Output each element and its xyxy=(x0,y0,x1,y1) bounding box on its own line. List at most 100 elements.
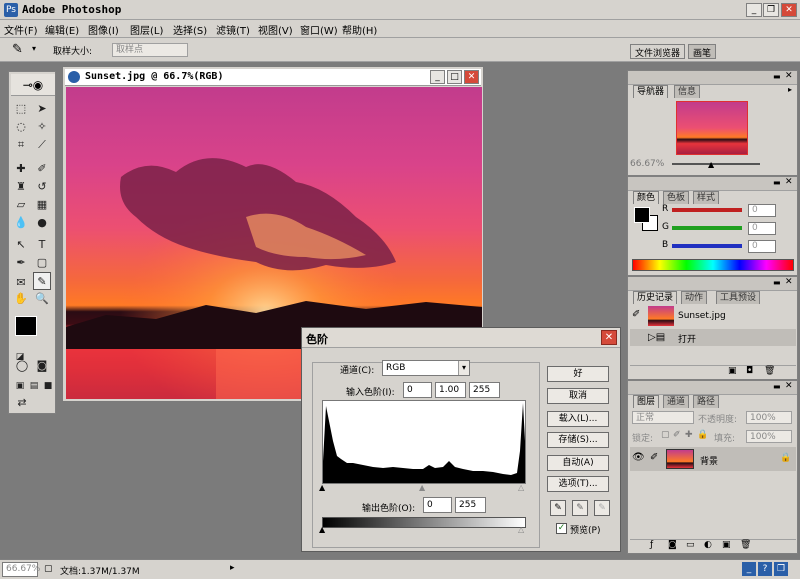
doc-maximize-icon[interactable]: □ xyxy=(447,70,462,84)
magic-wand-icon[interactable]: ✧ xyxy=(33,118,51,136)
tab-info[interactable]: 信息 xyxy=(674,85,701,98)
load-button[interactable]: 载入(L)... xyxy=(547,411,609,427)
clone-stamp-icon[interactable]: ♜ xyxy=(12,178,30,196)
tab-paths[interactable]: 路径 xyxy=(693,395,720,408)
tab-brushes[interactable]: 画笔 xyxy=(688,44,717,59)
eyedropper-tool-icon[interactable]: ✎ xyxy=(33,272,51,290)
dodge-icon[interactable]: ● xyxy=(33,214,51,232)
output-white-slider-icon[interactable]: △ xyxy=(518,525,524,534)
restore-icon[interactable]: ❐ xyxy=(774,562,788,576)
panel-minimize-icon[interactable]: ▬ xyxy=(773,382,781,391)
panel-close-icon[interactable]: ✕ xyxy=(785,71,793,81)
channel-select[interactable]: RGB xyxy=(382,360,470,376)
lasso-icon[interactable]: ◌ xyxy=(12,118,30,136)
black-eyedropper-icon[interactable]: ✎ xyxy=(550,500,566,516)
minimize-icon[interactable]: _ xyxy=(746,3,762,17)
history-brush-icon[interactable]: ↺ xyxy=(33,178,51,196)
eye-icon[interactable]: 👁 xyxy=(632,452,645,463)
blend-mode-select[interactable]: 正常 xyxy=(632,411,694,424)
input-black-slider-icon[interactable]: ▲ xyxy=(319,483,325,492)
restore-icon[interactable]: ❐ xyxy=(763,3,779,17)
input-white-field[interactable]: 255 xyxy=(469,382,500,398)
doc-close-icon[interactable]: ✕ xyxy=(464,70,479,84)
screen-mode-full-icon[interactable]: ■ xyxy=(39,377,57,395)
input-gamma-slider-icon[interactable]: ▲ xyxy=(419,483,425,492)
brush-icon[interactable]: ✐ xyxy=(33,160,51,178)
output-white-field[interactable]: 255 xyxy=(455,497,486,513)
menu-select[interactable]: 选择(S) xyxy=(173,22,207,37)
tab-layers[interactable]: 图层 xyxy=(633,395,660,408)
tab-tool-presets[interactable]: 工具预设 xyxy=(716,291,761,304)
tab-navigator[interactable]: 导航器 xyxy=(633,85,669,98)
panel-minimize-icon[interactable]: ▬ xyxy=(773,72,781,81)
tab-channels[interactable]: 通道 xyxy=(663,395,690,408)
panel-minimize-icon[interactable]: ▬ xyxy=(773,178,781,187)
channel-b-value[interactable]: 0 xyxy=(748,240,776,253)
status-zoom[interactable]: 66.67% xyxy=(2,562,40,577)
eraser-icon[interactable]: ▱ xyxy=(12,196,30,214)
move-icon[interactable]: ➤ xyxy=(33,100,51,118)
crop-icon[interactable]: ⌗ xyxy=(12,136,30,154)
history-snapshot-thumbnail[interactable] xyxy=(648,306,674,326)
options-button[interactable]: 选项(T)... xyxy=(547,476,609,492)
quick-mask-icon[interactable]: ◙ xyxy=(33,357,51,375)
lock-image-icon[interactable]: ✐ xyxy=(673,430,681,440)
zoom-icon[interactable]: 🔍 xyxy=(33,290,51,308)
menu-layer[interactable]: 图层(L) xyxy=(130,22,163,37)
lock-all-icon[interactable]: 🔒 xyxy=(697,430,708,440)
layer-name[interactable]: 背景 xyxy=(700,454,718,467)
channel-g-slider[interactable] xyxy=(672,226,742,230)
channel-r-slider[interactable] xyxy=(672,208,742,212)
ok-button[interactable]: 好 xyxy=(547,366,609,382)
close-icon[interactable]: ✕ xyxy=(781,3,797,17)
standard-mode-icon[interactable]: ◯ xyxy=(13,357,31,375)
status-menu-icon[interactable]: ▸ xyxy=(230,563,235,573)
menu-help[interactable]: 帮助(H) xyxy=(342,22,377,37)
pen-icon[interactable]: ✒ xyxy=(12,254,30,272)
layer-trash-icon[interactable]: 🗑 xyxy=(740,540,751,550)
tab-styles[interactable]: 样式 xyxy=(693,191,720,204)
tab-actions[interactable]: 动作 xyxy=(681,291,708,304)
blur-icon[interactable]: 💧 xyxy=(12,214,30,232)
panel-close-icon[interactable]: ✕ xyxy=(785,177,793,187)
menu-window[interactable]: 窗口(W) xyxy=(300,22,338,37)
menu-filter[interactable]: 滤镜(T) xyxy=(216,22,250,37)
auto-button[interactable]: 自动(A) xyxy=(547,455,609,471)
navigator-zoom[interactable]: 66.67% xyxy=(630,159,664,169)
layer-style-icon[interactable]: ƒ xyxy=(650,540,653,550)
new-document-from-state-icon[interactable]: ▣ xyxy=(728,366,737,376)
path-select-icon[interactable]: ↖ xyxy=(12,236,30,254)
save-button[interactable]: 存储(S)... xyxy=(547,432,609,448)
menu-edit[interactable]: 编辑(E) xyxy=(45,22,79,37)
navigator-zoom-slider[interactable] xyxy=(672,163,760,165)
lock-transparent-icon[interactable]: ▢ xyxy=(661,430,670,440)
hand-icon[interactable]: ✋ xyxy=(12,290,30,308)
white-eyedropper-icon[interactable]: ✎ xyxy=(594,500,610,516)
input-white-slider-icon[interactable]: △ xyxy=(518,483,524,492)
chevron-down-icon[interactable]: ▾ xyxy=(32,44,36,53)
type-icon[interactable]: T xyxy=(33,236,51,254)
panel-close-icon[interactable]: ✕ xyxy=(785,381,793,391)
slice-icon[interactable]: ⟋ xyxy=(33,136,51,154)
opacity-field[interactable]: 100% xyxy=(746,411,792,424)
output-black-field[interactable]: 0 xyxy=(423,497,452,513)
tab-history[interactable]: 历史记录 xyxy=(633,291,678,304)
panel-minimize-icon[interactable]: ▬ xyxy=(773,278,781,287)
new-layer-icon[interactable]: ▣ xyxy=(722,540,731,550)
history-brush-source-icon[interactable]: ✐ xyxy=(632,309,640,320)
tab-swatches[interactable]: 色板 xyxy=(663,191,690,204)
lock-position-icon[interactable]: ✚ xyxy=(685,430,693,440)
menu-view[interactable]: 视图(V) xyxy=(258,22,293,37)
history-step-name[interactable]: 打开 xyxy=(678,332,696,345)
sample-size-select[interactable]: 取样点 xyxy=(112,43,188,57)
input-gamma-field[interactable]: 1.00 xyxy=(435,382,466,398)
tab-file-browser[interactable]: 文件浏览器 xyxy=(630,44,686,59)
minimize-icon[interactable]: _ xyxy=(742,562,756,576)
adobe-logo-icon[interactable]: ⊸◉ xyxy=(11,74,55,96)
healing-brush-icon[interactable]: ✚ xyxy=(12,160,30,178)
color-foreground-swatch[interactable] xyxy=(634,207,650,223)
channel-b-slider[interactable] xyxy=(672,244,742,248)
output-black-slider-icon[interactable]: ▲ xyxy=(319,525,325,534)
adjustment-layer-icon[interactable]: ◐ xyxy=(704,540,712,550)
new-snapshot-icon[interactable]: ◘ xyxy=(746,366,753,376)
